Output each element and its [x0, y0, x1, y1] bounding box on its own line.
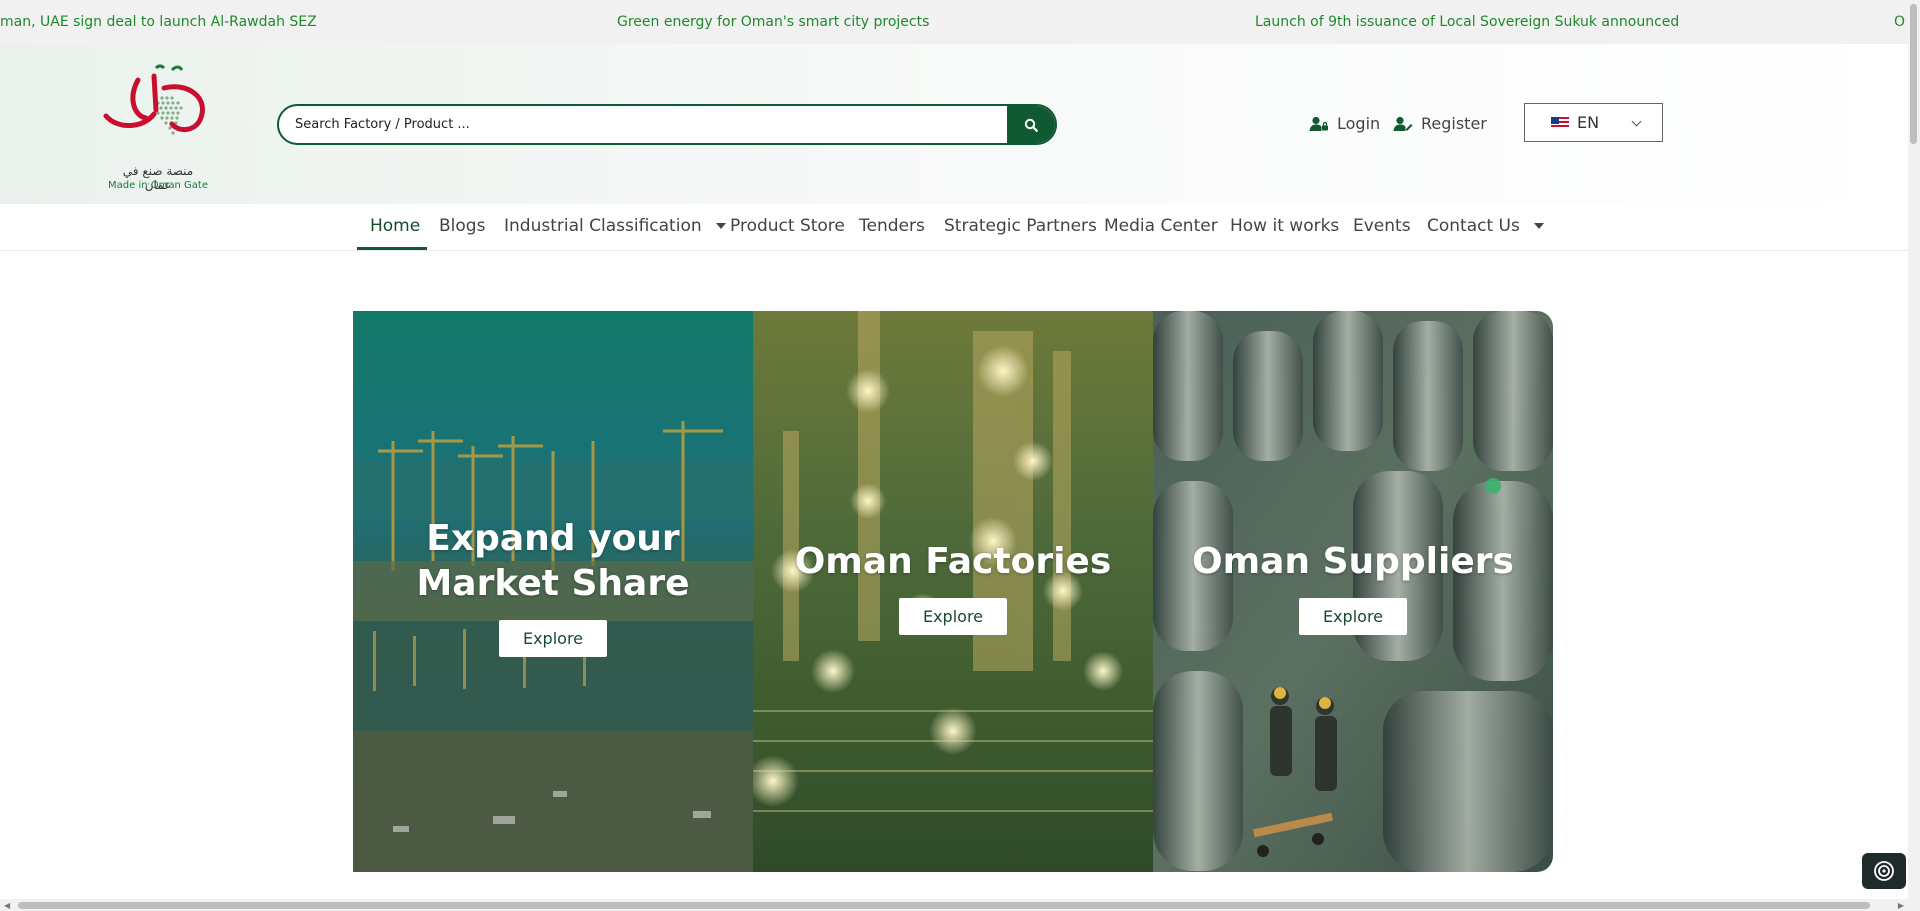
nav-item-strategic-partners[interactable]: Strategic Partners	[944, 216, 1097, 236]
vertical-scrollbar-thumb[interactable]	[1910, 4, 1917, 144]
nav-item-product-store[interactable]: Product Store	[730, 216, 845, 236]
search-button[interactable]	[1007, 106, 1055, 143]
logo-english-text: Made in Oman Gate	[108, 180, 208, 191]
nav-item-home[interactable]: Home	[370, 216, 420, 236]
main-nav: Home Blogs Industrial Classification Pro…	[0, 204, 1908, 251]
hero-banner: Expand your Market Share Explore Oman Fa…	[353, 311, 1553, 872]
hero-panel-title: Expand your Market Share	[416, 518, 690, 604]
search-bar	[277, 104, 1057, 145]
nav-item-tenders[interactable]: Tenders	[859, 216, 925, 236]
nav-item-contact-us[interactable]: Contact Us	[1427, 216, 1544, 236]
scroll-left-icon[interactable]: ◀	[4, 901, 10, 910]
vertical-scrollbar[interactable]	[1908, 0, 1920, 911]
us-flag-icon	[1551, 116, 1569, 129]
nav-item-events[interactable]: Events	[1353, 216, 1411, 236]
hero-panel-title: Oman Suppliers	[1192, 541, 1514, 582]
explore-button[interactable]: Explore	[498, 620, 608, 657]
ticker-item[interactable]: Green energy for Oman's smart city proje…	[617, 14, 929, 30]
accessibility-icon	[1874, 861, 1894, 881]
nav-item-blogs[interactable]: Blogs	[439, 216, 485, 236]
horizontal-scrollbar[interactable]: ◀ ▶	[0, 899, 1908, 911]
accessibility-widget-button[interactable]	[1862, 853, 1906, 889]
caret-down-icon	[715, 223, 726, 229]
search-icon	[1024, 118, 1038, 132]
nav-item-media-center[interactable]: Media Center	[1104, 216, 1218, 236]
hero-panel-title: Oman Factories	[794, 541, 1112, 582]
caret-down-icon	[1533, 223, 1544, 229]
active-nav-indicator	[357, 247, 427, 250]
explore-button[interactable]: Explore	[898, 598, 1008, 635]
horizontal-scrollbar-thumb[interactable]	[18, 902, 1870, 909]
hero-panel-oman-factories: Oman Factories Explore	[753, 311, 1153, 872]
search-input[interactable]	[279, 106, 1007, 143]
explore-button[interactable]: Explore	[1298, 598, 1408, 635]
register-link[interactable]: Register	[1393, 114, 1487, 133]
scroll-right-icon[interactable]: ▶	[1898, 901, 1904, 910]
hero-panel-market-share: Expand your Market Share Explore	[353, 311, 753, 872]
ticker-item[interactable]: man, UAE sign deal to launch Al-Rawdah S…	[0, 14, 317, 30]
ticker-item[interactable]: Launch of 9th issuance of Local Sovereig…	[1255, 14, 1679, 30]
user-login-icon	[1309, 116, 1328, 131]
login-label: Login	[1337, 114, 1381, 133]
nav-item-how-it-works[interactable]: How it works	[1230, 216, 1339, 236]
language-label: EN	[1577, 113, 1600, 132]
news-ticker: man, UAE sign deal to launch Al-Rawdah S…	[0, 0, 1908, 44]
hero-panel-oman-suppliers: Oman Suppliers Explore	[1153, 311, 1553, 872]
ticker-item[interactable]: O	[1894, 14, 1905, 30]
nav-item-industrial-classification[interactable]: Industrial Classification	[504, 216, 726, 236]
language-select[interactable]: EN	[1524, 103, 1663, 142]
register-label: Register	[1421, 114, 1487, 133]
login-link[interactable]: Login	[1309, 114, 1380, 133]
chevron-down-icon	[1631, 116, 1642, 127]
site-header: منصة صنع في عمان Made in Oman Gate Login…	[0, 44, 1908, 204]
user-register-icon	[1393, 116, 1413, 131]
